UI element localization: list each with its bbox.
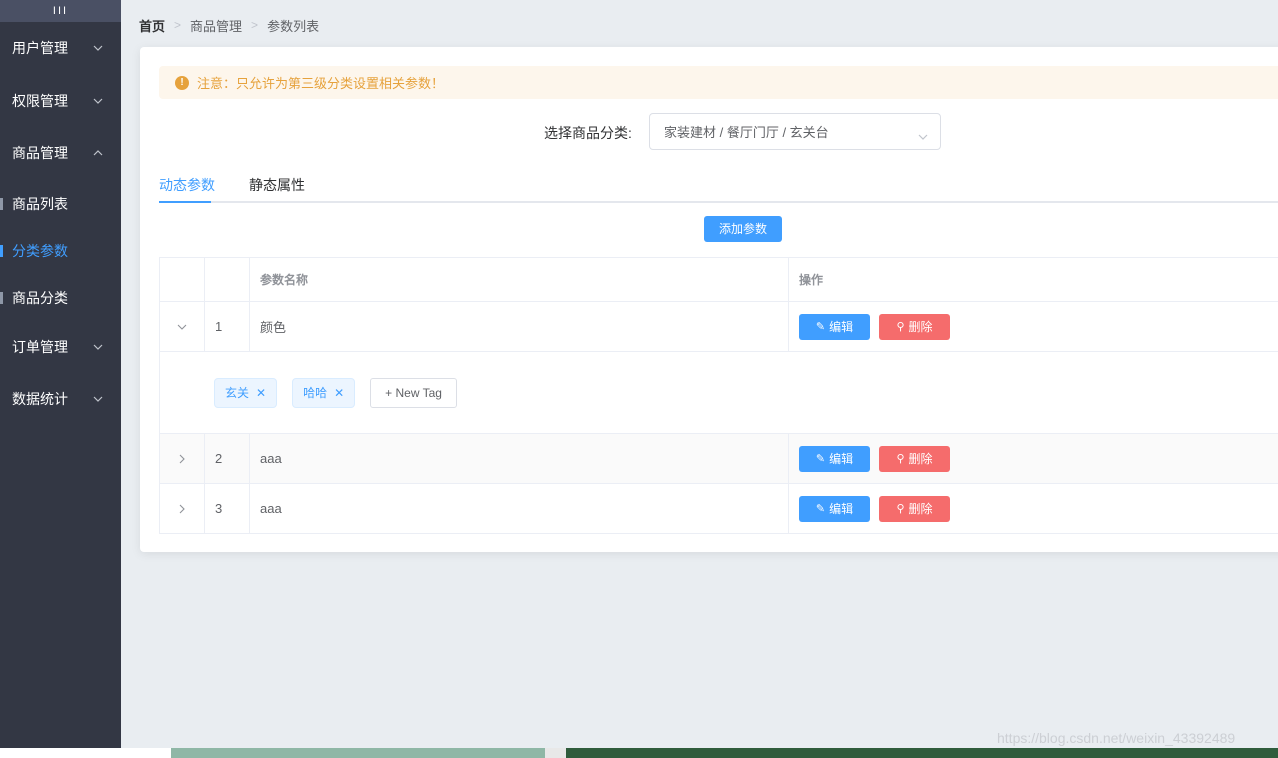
chevron-up-icon xyxy=(93,148,103,158)
tag-label: 玄关 xyxy=(225,386,250,400)
chevron-right-icon xyxy=(177,454,187,464)
breadcrumb-goods-management: 商品管理 xyxy=(190,18,243,34)
tag-label: 哈哈 xyxy=(303,386,328,400)
chevron-down-icon xyxy=(177,322,187,332)
menu-item-label: 权限管理 xyxy=(12,93,68,109)
param-tag: 玄关 ✕ xyxy=(214,377,278,408)
menu-bullet-icon xyxy=(0,245,3,257)
edit-label: 编辑 xyxy=(829,502,854,516)
row-param-name: aaa xyxy=(250,484,789,533)
menu-bullet-icon xyxy=(0,198,3,210)
chevron-right-icon: > xyxy=(174,18,182,32)
category-cascader[interactable]: 家装建材 / 餐厅门厅 / 玄关台 xyxy=(649,113,941,150)
params-table: 参数名称 操作 1 颜色 ✎ 编辑 ⚲ 删除 玄关 ✕ 哈哈 ✕ + New T… xyxy=(159,257,1278,534)
menu-item-label: 商品管理 xyxy=(12,145,68,161)
delete-label: 删除 xyxy=(908,320,933,334)
search-icon: ⚲ xyxy=(896,503,905,515)
menu-item-label: 订单管理 xyxy=(12,339,68,355)
delete-button[interactable]: ⚲ 删除 xyxy=(879,313,950,340)
sub-item-label: 商品列表 xyxy=(12,196,68,212)
header-param-name: 参数名称 xyxy=(250,258,789,301)
row-index: 3 xyxy=(205,484,250,533)
tab-static-attributes[interactable]: 静态属性 xyxy=(249,175,305,195)
row-param-name: aaa xyxy=(250,434,789,483)
header-expand xyxy=(160,258,205,301)
table-row: 2 aaa ✎ 编辑 ⚲ 删除 xyxy=(160,434,1278,484)
delete-button[interactable]: ⚲ 删除 xyxy=(879,495,950,522)
watermark: https://blog.csdn.net/weixin_43392489 xyxy=(997,730,1236,746)
main-card: ! 注意：只允许为第三级分类设置相关参数！ 选择商品分类: 家装建材 / 餐厅门… xyxy=(140,47,1278,552)
edit-button[interactable]: ✎ 编辑 xyxy=(799,313,870,340)
menu-item-statistics[interactable]: 数据统计 xyxy=(0,373,121,425)
table-header-row: 参数名称 操作 xyxy=(160,258,1278,302)
param-tag: 哈哈 ✕ xyxy=(292,377,356,408)
sidebar-item-category-params[interactable]: 分类参数 xyxy=(0,228,121,274)
chevron-right-icon: > xyxy=(251,18,259,32)
alert-text: 注意：只允许为第三级分类设置相关参数！ xyxy=(197,76,445,91)
warning-icon: ! xyxy=(175,75,189,90)
row-index: 2 xyxy=(205,434,250,483)
menu-item-permission-management[interactable]: 权限管理 xyxy=(0,75,121,127)
breadcrumb: 首页 > 商品管理 > 参数列表 xyxy=(139,16,320,35)
header-operation: 操作 xyxy=(799,273,824,287)
chevron-down-icon xyxy=(918,128,928,140)
edit-icon: ✎ xyxy=(815,321,826,333)
add-param-button[interactable]: 添加参数 xyxy=(704,216,782,242)
close-icon[interactable]: ✕ xyxy=(334,386,344,400)
expand-toggle[interactable] xyxy=(160,434,205,483)
sub-item-label: 分类参数 xyxy=(12,243,68,259)
delete-label: 删除 xyxy=(908,452,933,466)
menu-item-goods-management[interactable]: 商品管理 xyxy=(0,127,121,179)
sidebar-item-goods-list[interactable]: 商品列表 xyxy=(0,181,121,227)
close-icon[interactable]: ✕ xyxy=(256,386,266,400)
edit-label: 编辑 xyxy=(829,320,854,334)
table-row: 3 aaa ✎ 编辑 ⚲ 删除 xyxy=(160,484,1278,534)
row-param-name: 颜色 xyxy=(250,302,789,351)
expand-toggle[interactable] xyxy=(160,302,205,351)
menu-item-order-management[interactable]: 订单管理 xyxy=(0,321,121,373)
search-icon: ⚲ xyxy=(896,321,905,333)
category-label: 选择商品分类: xyxy=(544,125,632,141)
desktop-background-strip xyxy=(0,748,1278,758)
sidebar: III 用户管理 权限管理 商品管理 商品列表 分类参数 商品分类 订单管理 数… xyxy=(0,0,121,748)
breadcrumb-home[interactable]: 首页 xyxy=(139,16,165,35)
new-tag-button[interactable]: + New Tag xyxy=(370,377,457,408)
menu-item-user-management[interactable]: 用户管理 xyxy=(0,22,121,74)
delete-label: 删除 xyxy=(908,502,933,516)
table-row: 1 颜色 ✎ 编辑 ⚲ 删除 xyxy=(160,302,1278,352)
chevron-right-icon xyxy=(177,504,187,514)
edit-button[interactable]: ✎ 编辑 xyxy=(799,495,870,522)
warning-alert: ! 注意：只允许为第三级分类设置相关参数！ xyxy=(159,66,1278,99)
chevron-down-icon xyxy=(93,394,103,404)
row-operations: ✎ 编辑 ⚲ 删除 xyxy=(789,302,1278,351)
expanded-row: 玄关 ✕ 哈哈 ✕ + New Tag xyxy=(160,352,1278,434)
chevron-down-icon xyxy=(93,342,103,352)
tab-active-indicator xyxy=(159,201,211,203)
edit-icon: ✎ xyxy=(815,503,826,515)
cascader-value: 家装建材 / 餐厅门厅 / 玄关台 xyxy=(664,125,829,140)
row-operations: ✎ 编辑 ⚲ 删除 xyxy=(789,434,1278,483)
edit-icon: ✎ xyxy=(815,453,826,465)
chevron-down-icon xyxy=(93,43,103,53)
tab-dynamic-params[interactable]: 动态参数 xyxy=(159,175,215,195)
menu-item-label: 数据统计 xyxy=(12,391,68,407)
edit-button[interactable]: ✎ 编辑 xyxy=(799,445,870,472)
row-operations: ✎ 编辑 ⚲ 删除 xyxy=(789,484,1278,533)
edit-label: 编辑 xyxy=(829,452,854,466)
search-icon: ⚲ xyxy=(896,453,905,465)
sub-item-label: 商品分类 xyxy=(12,290,68,306)
menu-bullet-icon xyxy=(0,292,3,304)
tag-area: 玄关 ✕ 哈哈 ✕ + New Tag xyxy=(160,352,1278,433)
sidebar-item-goods-category[interactable]: 商品分类 xyxy=(0,275,121,321)
header-index xyxy=(205,258,250,301)
row-index: 1 xyxy=(205,302,250,351)
param-tabs: 动态参数 静态属性 xyxy=(159,169,1278,203)
menu-item-label: 用户管理 xyxy=(12,40,68,56)
sidebar-toggle-button[interactable]: III xyxy=(0,0,121,22)
breadcrumb-param-list: 参数列表 xyxy=(267,18,320,34)
delete-button[interactable]: ⚲ 删除 xyxy=(879,445,950,472)
expand-toggle[interactable] xyxy=(160,484,205,533)
chevron-down-icon xyxy=(93,96,103,106)
